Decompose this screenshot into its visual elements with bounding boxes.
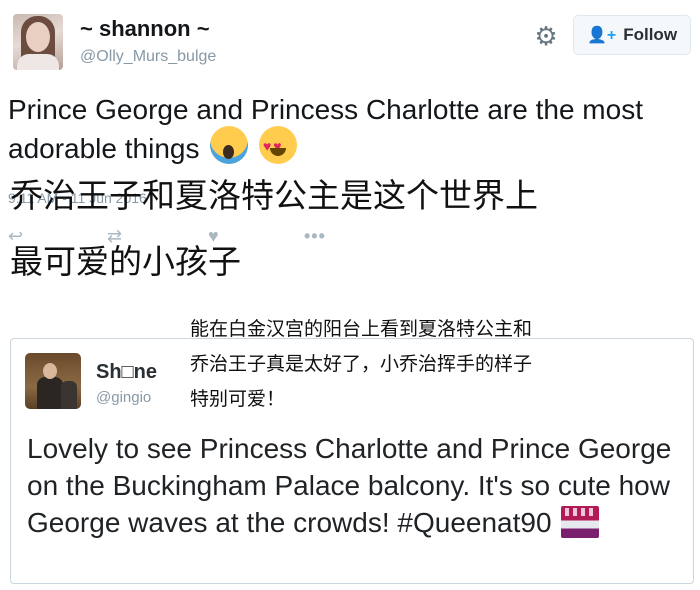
chinese-caption-line-1: 能在白金汉宫的阳台上看到夏洛特公主和 bbox=[190, 318, 533, 340]
display-name[interactable]: ~ shannon ~ bbox=[80, 16, 210, 42]
gear-icon[interactable]: ⚙ bbox=[532, 22, 560, 50]
chinese-translation-line-2: 最可爱的小孩子 bbox=[10, 242, 241, 281]
chinese-translation-line-1: 乔治王子和夏洛特公主是这个世界上 bbox=[10, 176, 538, 215]
user-handle[interactable]: @Olly_Murs_bulge bbox=[80, 48, 216, 66]
heart-eyes-emoji bbox=[259, 126, 298, 164]
quoted-display-name[interactable]: Sh□ne bbox=[96, 361, 157, 384]
avatar[interactable] bbox=[13, 14, 63, 70]
quoted-tweet-text: Lovely to see Princess Charlotte and Pri… bbox=[27, 430, 687, 541]
tweet-text-content: Prince George and Princess Charlotte are… bbox=[8, 94, 643, 164]
tweet-text: Prince George and Princess Charlotte are… bbox=[8, 93, 698, 165]
face-screaming-emoji bbox=[210, 126, 249, 164]
crown-emoji bbox=[561, 506, 600, 538]
quoted-user-handle[interactable]: @gingio bbox=[96, 389, 151, 406]
follow-label: Follow bbox=[623, 25, 678, 44]
quoted-avatar[interactable] bbox=[25, 353, 81, 409]
more-icon[interactable]: ••• bbox=[304, 226, 326, 247]
follow-button[interactable]: 👤+ Follow bbox=[573, 15, 691, 55]
chinese-caption-line-2: 乔治王子真是太好了，小乔治挥手的样子 bbox=[190, 353, 533, 375]
follow-user-icon: 👤+ bbox=[586, 27, 617, 44]
chinese-caption-line-3: 特别可爱！ bbox=[190, 388, 286, 410]
chinese-caption: 能在白金汉宫的阳台上看到夏洛特公主和 乔治王子真是太好了，小乔治挥手的样子 特别… bbox=[190, 312, 532, 417]
